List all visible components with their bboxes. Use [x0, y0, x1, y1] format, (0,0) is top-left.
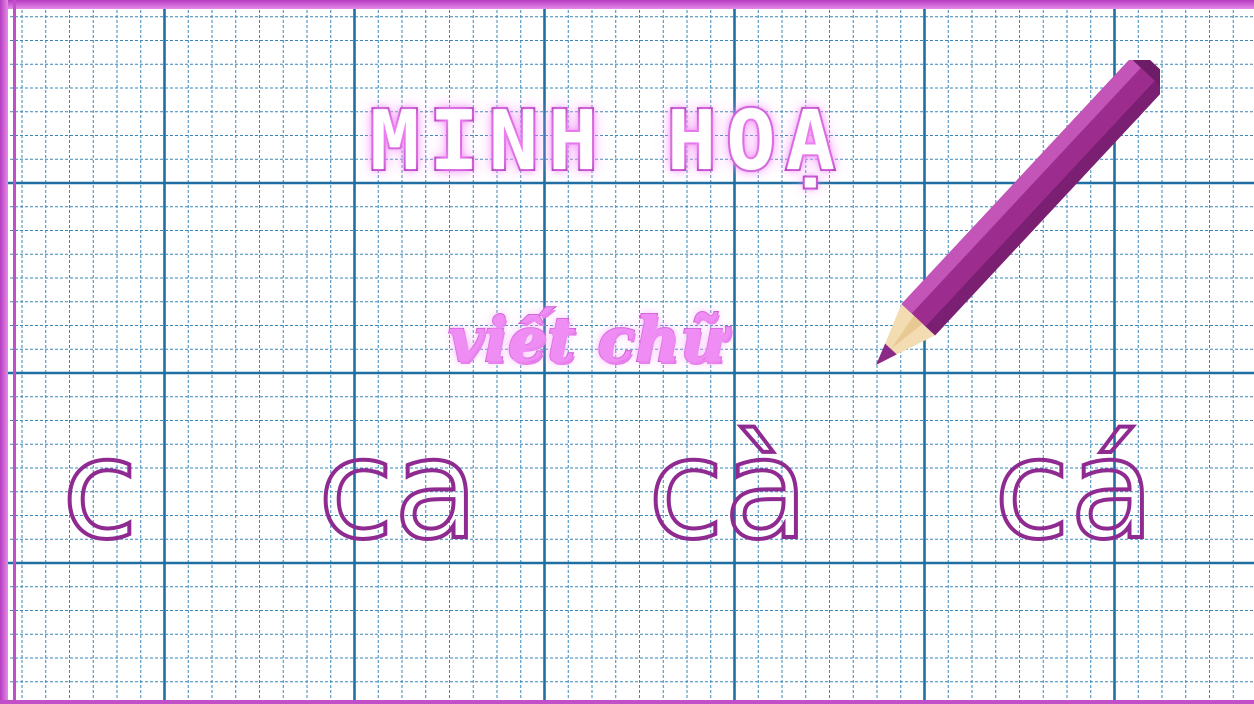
practice-word-ca-acute: cá	[992, 409, 1156, 570]
practice-word-c: c	[60, 409, 140, 570]
frame-bottom-border	[0, 700, 1254, 704]
practice-word-ca: ca	[316, 409, 480, 570]
frame-top-border	[0, 0, 1254, 9]
practice-word-ca-grave: cà	[646, 409, 810, 570]
page-title: MINH HOẠ	[368, 92, 845, 191]
pencil-icon	[876, 60, 1160, 365]
frame-left-border	[0, 0, 16, 704]
page-subtitle: viết chữ	[447, 302, 726, 377]
practice-words: c ca cà cá	[0, 409, 1254, 580]
